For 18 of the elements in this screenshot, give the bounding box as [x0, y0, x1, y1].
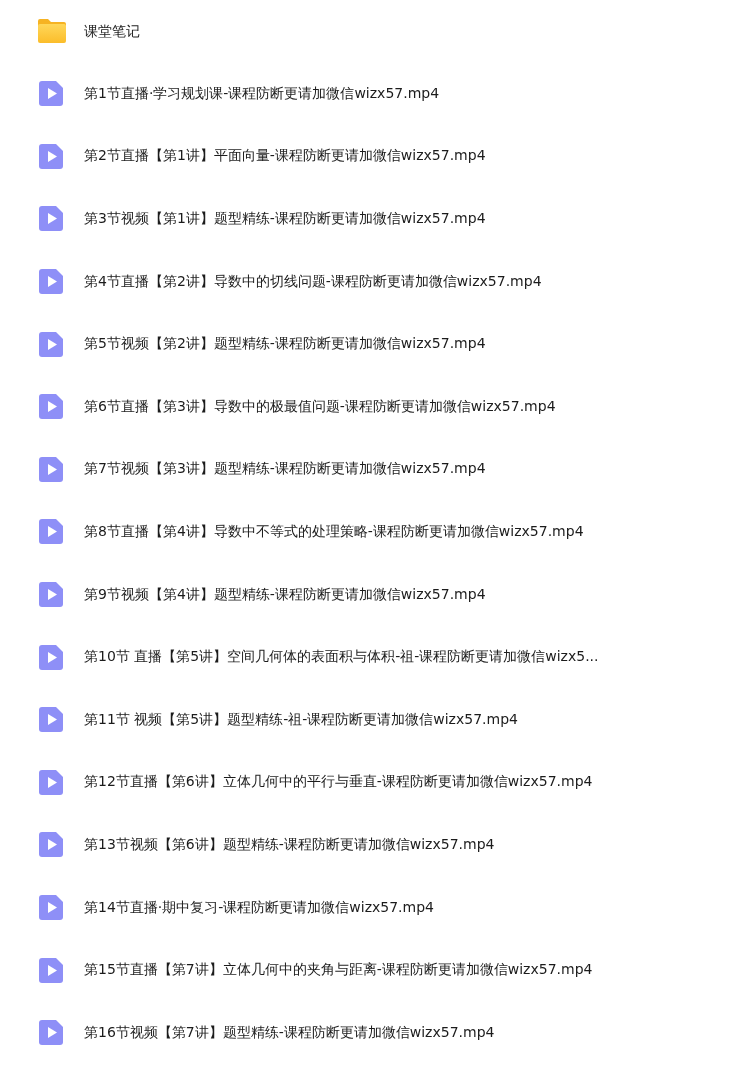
file-name[interactable]: 第15节直播【第7讲】立体几何中的夹角与距离-课程防断更请加微信wizx57.mp4	[84, 959, 593, 981]
file-name[interactable]: 第2节直播【第1讲】平面向量-课程防断更请加微信wizx57.mp4	[84, 145, 486, 167]
file-name[interactable]: 第16节视频【第7讲】题型精练-课程防断更请加微信wizx57.mp4	[84, 1021, 495, 1043]
file-name[interactable]: 第12节直播【第6讲】立体几何中的平行与垂直-课程防断更请加微信wizx57.mp4	[84, 771, 593, 793]
file-name[interactable]: 第7节视频【第3讲】题型精练-课程防断更请加微信wizx57.mp4	[84, 458, 486, 480]
folder-name[interactable]: 课堂笔记	[84, 20, 140, 42]
file-name[interactable]: 第1节直播·学习规划课-课程防断更请加微信wizx57.mp4	[84, 82, 440, 104]
file-name[interactable]: 第9节视频【第4讲】题型精练-课程防断更请加微信wizx57.mp4	[84, 583, 486, 605]
file-name[interactable]: 第3节视频【第1讲】题型精练-课程防断更请加微信wizx57.mp4	[84, 208, 486, 229]
file-name[interactable]: 第14节直播·期中复习-课程防断更请加微信wizx57.mp4	[84, 896, 434, 918]
file-name[interactable]: 第6节直播【第3讲】导数中的极最值问题-课程防断更请加微信wizx57.mp4	[84, 395, 556, 417]
file-name[interactable]: 第11节 视频【第5讲】题型精练-祖-课程防断更请加微信wizx57.mp4	[84, 708, 518, 730]
file-name[interactable]: 第10节 直播【第5讲】空间几何体的表面积与体积-祖-课程防断更请加微信wizx5...	[84, 646, 599, 668]
file-name[interactable]: 第13节视频【第6讲】题型精练-课程防断更请加微信wizx57.mp4	[84, 833, 495, 855]
folder-icon	[37, 16, 67, 46]
file-name[interactable]: 第4节直播【第2讲】导数中的切线问题-课程防断更请加微信wizx57.mp4	[84, 270, 542, 292]
file-name[interactable]: 第8节直播【第4讲】导数中不等式的处理策略-课程防断更请加微信wizx57.mp4	[84, 520, 584, 542]
file-name[interactable]: 第5节视频【第2讲】题型精练-课程防断更请加微信wizx57.mp4	[84, 333, 486, 355]
